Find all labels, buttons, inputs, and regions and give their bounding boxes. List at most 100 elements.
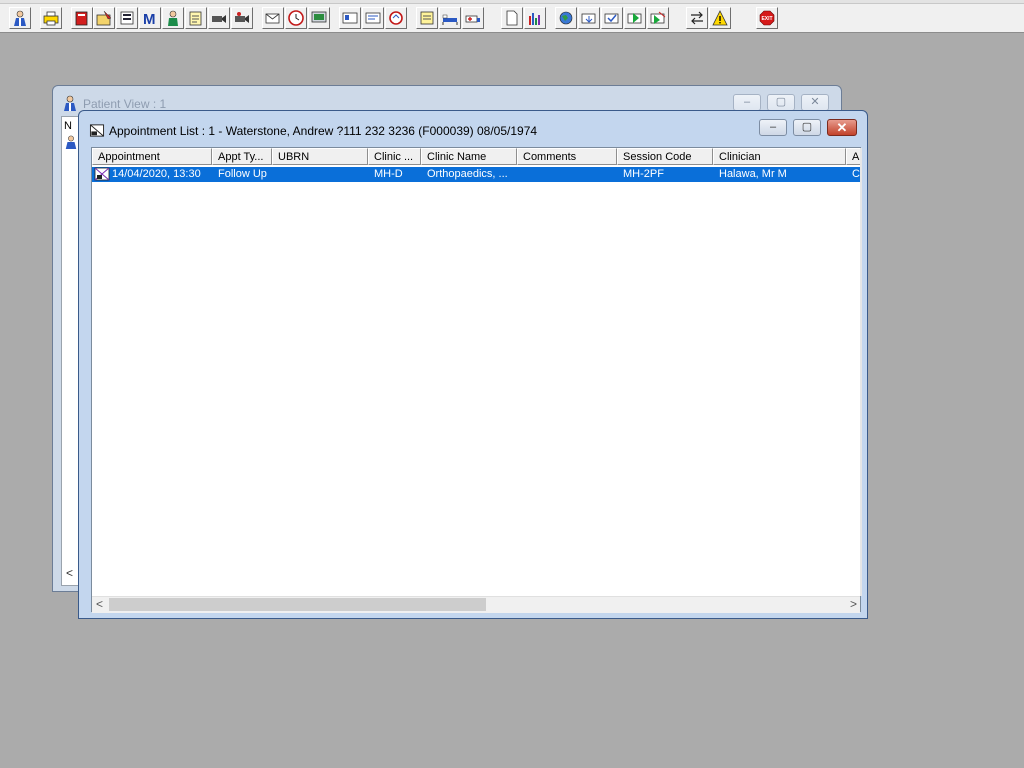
column-header-clinician[interactable]: Clinician bbox=[713, 148, 846, 165]
patient-row-icon bbox=[65, 135, 77, 149]
folder-edit-button[interactable] bbox=[93, 7, 115, 29]
refresh-icon bbox=[389, 11, 403, 25]
scroll-right-arrow[interactable]: > bbox=[850, 597, 857, 611]
svg-text:EXIT: EXIT bbox=[761, 16, 772, 22]
bed-button[interactable] bbox=[439, 7, 461, 29]
book-icon bbox=[75, 11, 88, 26]
printer-icon bbox=[43, 11, 59, 26]
maximize-button[interactable]: ▢ bbox=[793, 119, 821, 136]
minimize-icon: – bbox=[769, 121, 777, 133]
cell-clinic-name: Orthopaedics, ... bbox=[427, 168, 508, 180]
notepad-icon bbox=[189, 11, 202, 26]
close-button[interactable]: ✕ bbox=[801, 94, 829, 111]
exit-icon: EXIT bbox=[759, 10, 775, 26]
letter-m-icon: M bbox=[143, 11, 156, 26]
envelope-edit-icon bbox=[89, 124, 105, 137]
transfer-button[interactable] bbox=[686, 7, 708, 29]
form-icon bbox=[365, 12, 381, 24]
note-button[interactable] bbox=[416, 7, 438, 29]
monitor-button[interactable] bbox=[308, 7, 330, 29]
close-icon: ✕ bbox=[810, 96, 820, 108]
camera-icon bbox=[212, 15, 226, 23]
exit-button[interactable]: EXIT bbox=[756, 7, 778, 29]
refresh-button[interactable] bbox=[385, 7, 407, 29]
vertical-scroll-edge bbox=[860, 148, 862, 596]
note-icon bbox=[420, 11, 434, 25]
maximize-button[interactable]: ▢ bbox=[767, 94, 795, 111]
column-header-comments[interactable]: Comments bbox=[517, 148, 617, 165]
warning-icon bbox=[712, 10, 728, 26]
doctor-icon bbox=[168, 10, 178, 26]
column-header-session-code[interactable]: Session Code bbox=[617, 148, 713, 165]
minimize-button[interactable]: – bbox=[733, 94, 761, 111]
camera-button[interactable] bbox=[208, 7, 230, 29]
column-header-clinic-name[interactable]: Clinic Name bbox=[421, 148, 517, 165]
patient-view-title: Patient View : 1 bbox=[83, 97, 167, 111]
letter-m-button[interactable]: M bbox=[139, 7, 161, 29]
globe-icon bbox=[559, 11, 573, 25]
document-icon bbox=[506, 10, 518, 26]
column-header-appointment[interactable]: Appointment bbox=[92, 148, 212, 165]
maximize-icon: ▢ bbox=[801, 121, 813, 133]
monitor-icon bbox=[311, 11, 327, 23]
mail-check-button[interactable] bbox=[601, 7, 623, 29]
warning-button[interactable] bbox=[709, 7, 731, 29]
patient-icon bbox=[64, 95, 76, 111]
transfer-icon bbox=[691, 11, 703, 25]
patient-icon bbox=[14, 10, 26, 26]
close-icon: ✕ bbox=[836, 120, 848, 135]
scroll-left-arrow[interactable]: < bbox=[96, 597, 103, 611]
appointment-list-title: Appointment List : 1 - Waterstone, Andre… bbox=[109, 124, 538, 138]
patient-view-column-header: N bbox=[64, 120, 72, 132]
menu-strip-remnant bbox=[0, 0, 1024, 4]
envelope-edit-button[interactable] bbox=[262, 7, 284, 29]
screen-list-button[interactable] bbox=[116, 7, 138, 29]
bar-chart-button[interactable] bbox=[524, 7, 546, 29]
envelope-edit-icon bbox=[265, 13, 280, 24]
mail-green-alt-button[interactable] bbox=[647, 7, 669, 29]
cell-appointment: 14/04/2020, 13:30 bbox=[112, 168, 201, 180]
appointment-row-icon bbox=[94, 167, 110, 181]
main-toolbar: M EXIT bbox=[0, 0, 1024, 33]
appointment-list-titlebar[interactable]: Appointment List : 1 - Waterstone, Andre… bbox=[79, 111, 867, 147]
mail-down-icon bbox=[581, 13, 596, 24]
mail-check-icon bbox=[604, 13, 619, 24]
camera-alt-button[interactable] bbox=[231, 7, 253, 29]
horizontal-scrollbar[interactable]: < > bbox=[92, 596, 860, 613]
column-header-clinic[interactable]: Clinic ... bbox=[368, 148, 421, 165]
column-header-appt-type[interactable]: Appt Ty... bbox=[212, 148, 272, 165]
card-button[interactable] bbox=[339, 7, 361, 29]
print-button[interactable] bbox=[40, 7, 62, 29]
camera-alt-icon bbox=[235, 12, 249, 23]
form-button[interactable] bbox=[362, 7, 384, 29]
close-button[interactable]: ✕ bbox=[827, 119, 857, 136]
globe-button[interactable] bbox=[555, 7, 577, 29]
ambulance-icon bbox=[465, 15, 480, 23]
book-button[interactable] bbox=[71, 7, 93, 29]
appointment-list-window[interactable]: Appointment List : 1 - Waterstone, Andre… bbox=[78, 110, 868, 619]
minimize-button[interactable]: – bbox=[759, 119, 787, 136]
scroll-left-arrow[interactable]: < bbox=[66, 566, 73, 580]
column-header-ubrn[interactable]: UBRN bbox=[272, 148, 368, 165]
minimize-icon: – bbox=[743, 96, 751, 108]
column-header-a[interactable]: A bbox=[846, 148, 860, 165]
mail-green-button[interactable] bbox=[624, 7, 646, 29]
maximize-icon: ▢ bbox=[775, 96, 787, 108]
clock-button[interactable] bbox=[285, 7, 307, 29]
cell-a: C bbox=[852, 168, 860, 180]
notepad-button[interactable] bbox=[185, 7, 207, 29]
ambulance-button[interactable] bbox=[462, 7, 484, 29]
appointment-list-view[interactable]: Appointment Appt Ty... UBRN Clinic ... C… bbox=[91, 147, 862, 613]
table-row[interactable]: 14/04/2020, 13:30 Follow Up MH-D Orthopa… bbox=[92, 167, 860, 182]
svg-text:M: M bbox=[143, 11, 156, 26]
document-button[interactable] bbox=[501, 7, 523, 29]
doctor-button[interactable] bbox=[162, 7, 184, 29]
horizontal-scroll-thumb[interactable] bbox=[109, 598, 486, 611]
folder-edit-icon bbox=[96, 10, 112, 26]
patient-view-titlebar[interactable]: Patient View : 1 – ▢ ✕ bbox=[53, 86, 841, 112]
patient-button[interactable] bbox=[9, 7, 31, 29]
bed-icon bbox=[442, 14, 458, 25]
screen-list-icon bbox=[120, 11, 134, 25]
mail-down-button[interactable] bbox=[578, 7, 600, 29]
column-header-row: Appointment Appt Ty... UBRN Clinic ... C… bbox=[92, 148, 860, 165]
